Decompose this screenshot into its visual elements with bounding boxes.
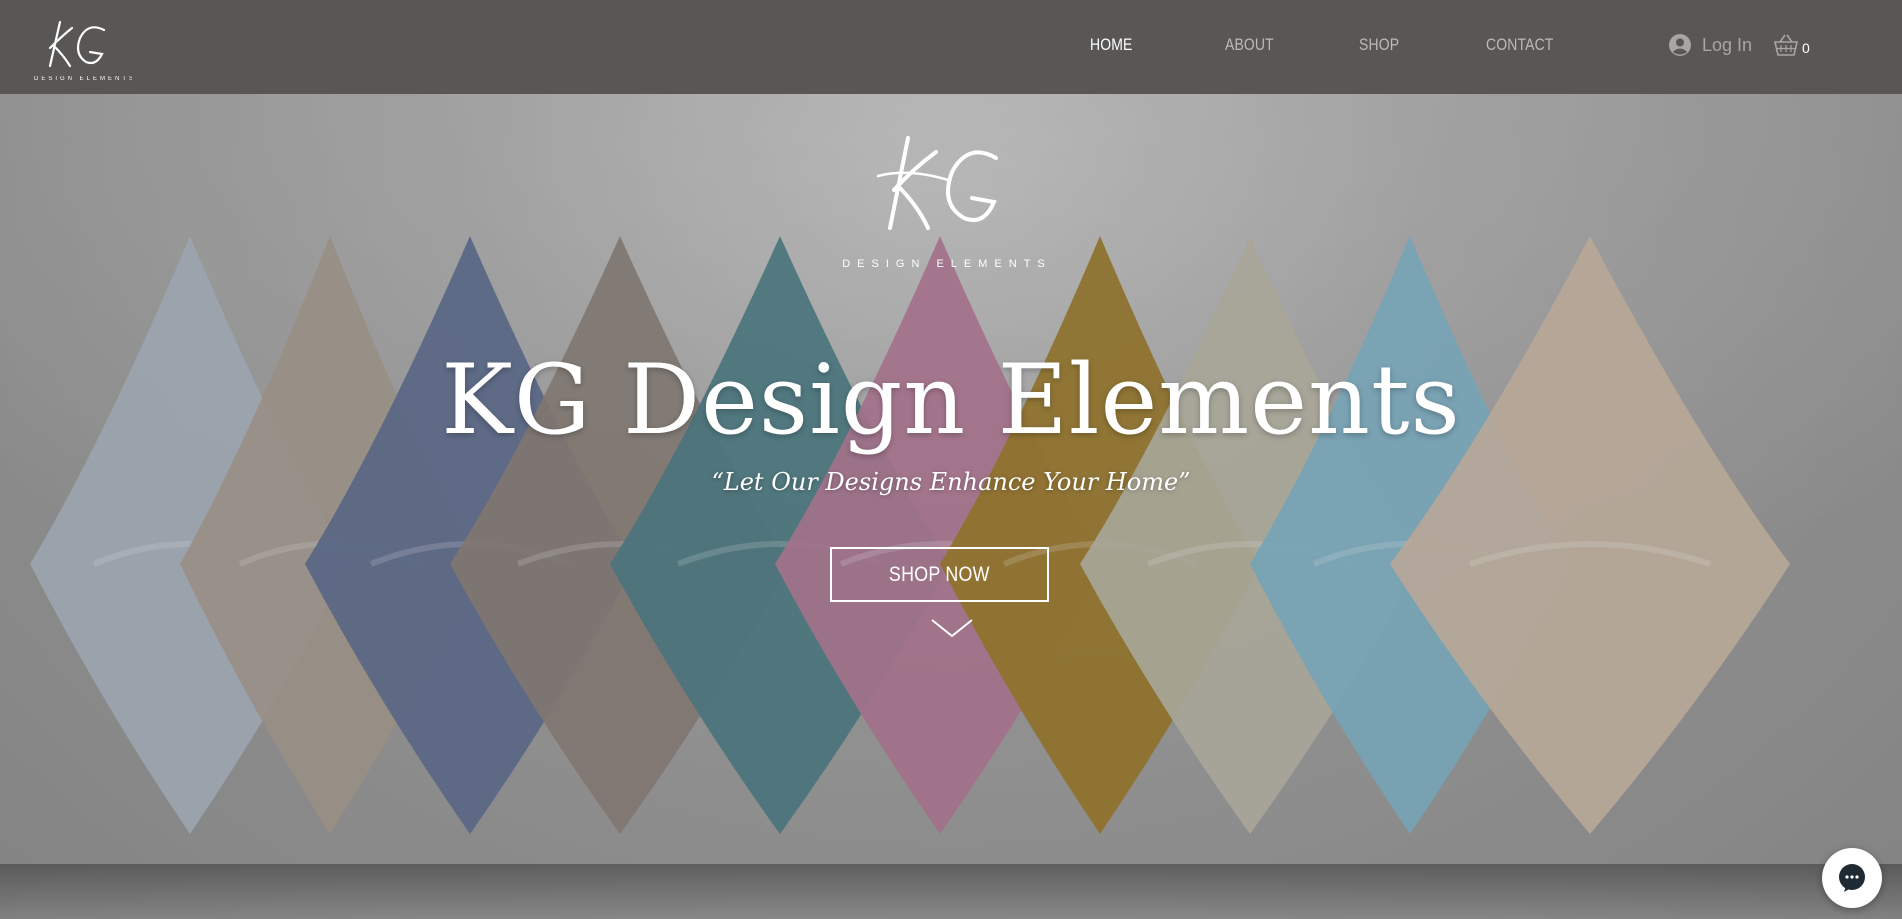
brand-sub-text: DESIGN ELEMENTS	[34, 76, 132, 82]
hero-title: KG Design Elements	[441, 344, 1461, 456]
hero-logo: DESIGN ELEMENTS	[838, 128, 1048, 278]
cart-button[interactable]: 0	[1772, 32, 1810, 58]
nav-home[interactable]: HOME	[1090, 35, 1201, 55]
hero-tagline: “Let Our Designs Enhance Your Home”	[711, 468, 1191, 496]
hero-section: DESIGN ELEMENTS KG Design Elements “Let …	[0, 94, 1902, 919]
shopping-basket-icon	[1773, 34, 1799, 56]
chat-bubble-icon	[1839, 864, 1865, 892]
main-nav: HOME ABOUT SHOP CONTACT	[1090, 30, 1586, 60]
chat-button[interactable]	[1822, 848, 1882, 908]
site-header: DESIGN ELEMENTS HOME ABOUT SHOP CONTACT …	[0, 0, 1902, 94]
nav-contact[interactable]: CONTACT	[1486, 35, 1568, 55]
nav-about[interactable]: ABOUT	[1225, 35, 1335, 55]
chevron-down-icon[interactable]	[930, 616, 974, 640]
kg-logo-icon	[876, 136, 998, 230]
floor-shadow	[0, 864, 1902, 919]
cart-count: 0	[1802, 40, 1810, 56]
brand-logo[interactable]: DESIGN ELEMENTS	[32, 14, 132, 86]
shop-now-button[interactable]: SHOP NOW	[830, 547, 1049, 602]
login-label: Log In	[1702, 34, 1753, 55]
hero-logo-sub-text: DESIGN ELEMENTS	[842, 258, 1052, 270]
nav-shop[interactable]: SHOP	[1359, 35, 1463, 55]
user-avatar-icon	[1669, 34, 1691, 56]
shop-now-label: SHOP NOW	[889, 562, 990, 586]
login-button[interactable]: Log In	[1668, 33, 1752, 57]
